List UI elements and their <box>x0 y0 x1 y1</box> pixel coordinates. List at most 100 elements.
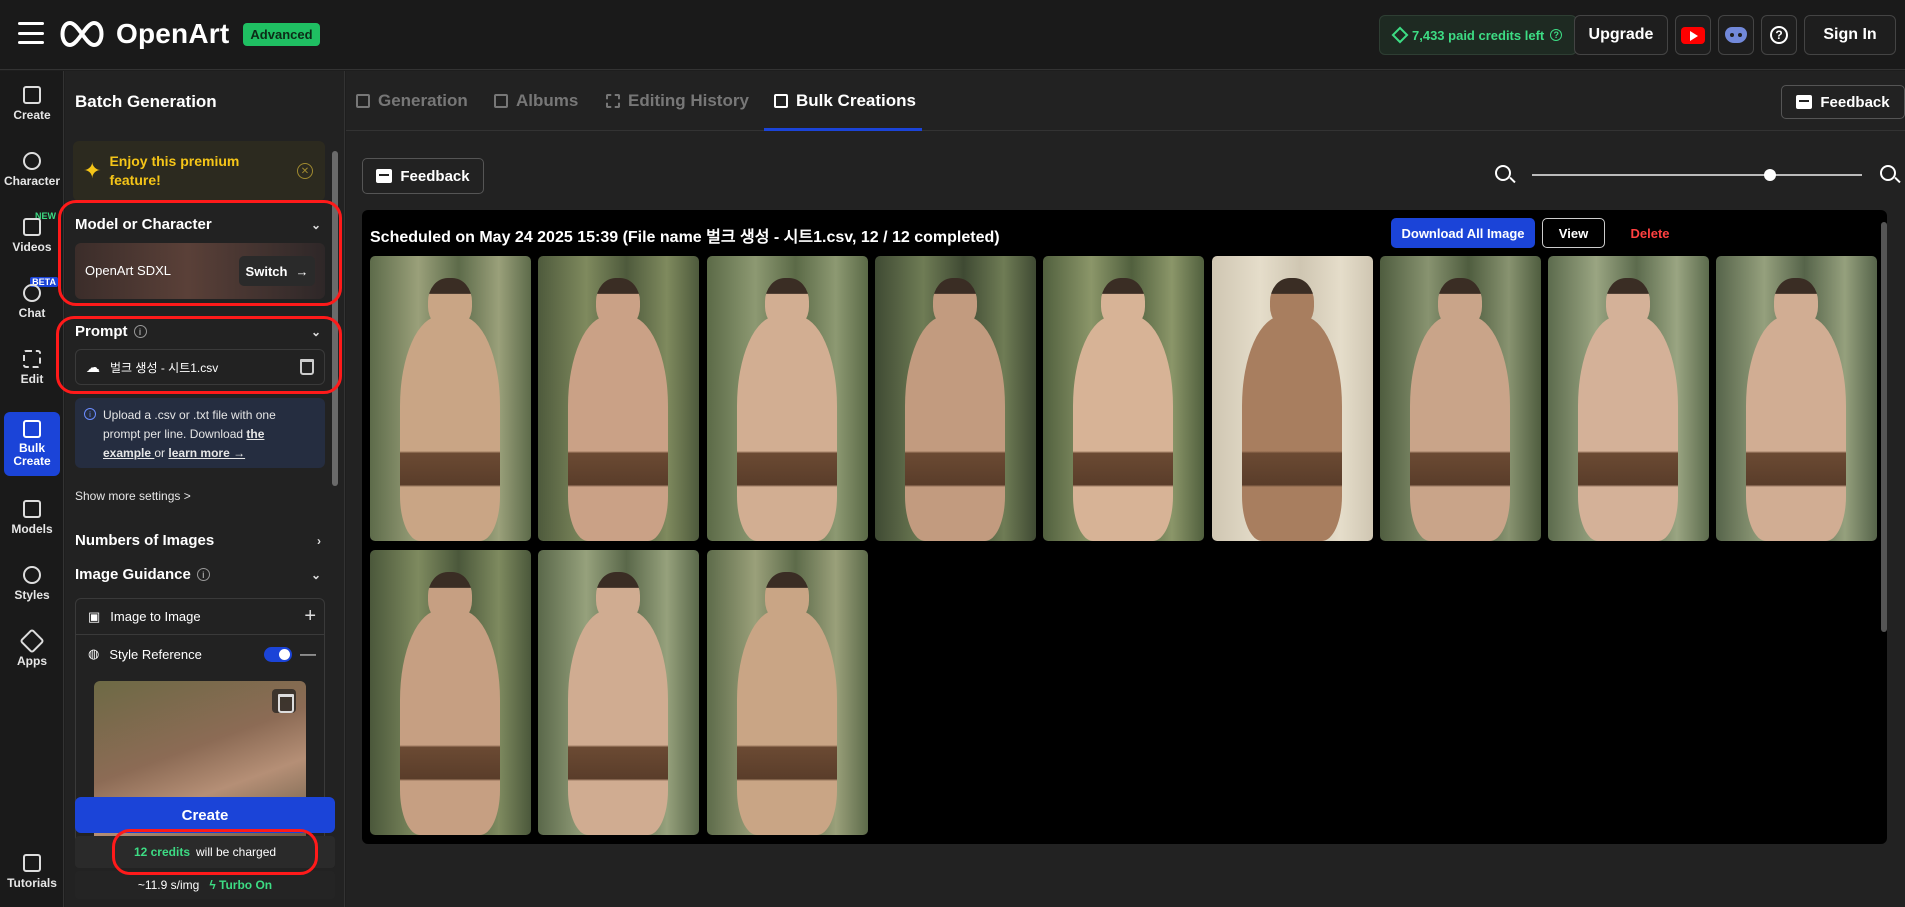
numbers-section-header[interactable]: Numbers of Images › <box>75 532 325 549</box>
download-all-button[interactable]: Download All Image <box>1391 218 1535 248</box>
switch-model-button[interactable]: Switch → <box>239 256 315 286</box>
nav-tutorials[interactable]: Tutorials <box>0 843 64 901</box>
gallery-scrollbar[interactable] <box>1881 222 1887 632</box>
guidance-section-header[interactable]: Image Guidance i ⌄ <box>75 566 325 583</box>
batch-generation-panel: Batch Generation ✦ Enjoy this premium fe… <box>65 71 345 907</box>
feedback-button[interactable]: Feedback <box>362 158 484 194</box>
generated-image[interactable] <box>1211 256 1373 541</box>
tab-albums[interactable]: Albums <box>494 91 578 111</box>
prompt-section-header[interactable]: Prompt i ⌄ <box>75 323 325 340</box>
figure-head <box>596 278 641 330</box>
panel-scrollbar[interactable] <box>332 151 338 486</box>
tutorials-icon <box>23 854 41 872</box>
nav-chat[interactable]: BETA Chat <box>0 273 64 331</box>
nav-character[interactable]: Character <box>0 141 64 199</box>
figure-head <box>428 572 472 624</box>
nav-bulk-create[interactable]: Bulk Create <box>4 412 60 476</box>
chevron-down-icon: ⌄ <box>310 324 321 339</box>
tab-generation[interactable]: Generation <box>356 91 468 111</box>
generated-image[interactable] <box>1379 256 1541 541</box>
view-button[interactable]: View <box>1542 218 1605 248</box>
figure-silhouette <box>1578 316 1679 541</box>
model-section-header[interactable]: Model or Character ⌄ <box>75 216 325 233</box>
file-name: 벌크 생성 - 시트1.csv <box>110 360 219 375</box>
generated-image[interactable] <box>1716 256 1878 541</box>
folder-icon <box>494 94 508 108</box>
figure-silhouette <box>400 610 500 835</box>
generated-image[interactable] <box>370 550 531 835</box>
menu-icon[interactable] <box>18 22 44 44</box>
credits-indicator[interactable]: 7,433 paid credits left ? <box>1379 15 1578 55</box>
image-icon: ▣ <box>88 608 101 624</box>
generated-image[interactable] <box>1548 256 1710 541</box>
zoom-slider-handle[interactable] <box>1763 169 1776 181</box>
nav-create[interactable]: Create <box>0 75 64 133</box>
figure-head <box>1774 278 1819 330</box>
learn-more-link[interactable]: learn more → <box>168 446 245 460</box>
help-button[interactable]: ? <box>1761 15 1797 55</box>
trash-icon[interactable] <box>300 359 314 375</box>
figure-silhouette <box>736 316 837 541</box>
generated-image[interactable] <box>538 256 700 541</box>
active-tab-indicator <box>764 128 922 131</box>
premium-text: Enjoy this premium feature! <box>109 153 240 188</box>
generated-image[interactable] <box>1043 256 1205 541</box>
tab-editing-history[interactable]: Editing History <box>606 91 749 111</box>
nav-edit[interactable]: Edit <box>0 339 64 397</box>
feedback-button-top[interactable]: Feedback <box>1781 85 1905 119</box>
style-reference-row[interactable]: ◍ Style Reference — <box>76 636 324 672</box>
nav-videos[interactable]: NEW Videos <box>0 207 64 265</box>
model-name: OpenArt SDXL <box>85 263 171 278</box>
youtube-icon <box>1681 26 1705 44</box>
delete-button[interactable]: Delete <box>1620 218 1680 248</box>
nav-styles[interactable]: Styles <box>0 555 64 613</box>
figure-silhouette <box>1073 316 1174 541</box>
style-reference-toggle[interactable] <box>264 647 292 662</box>
show-more-settings[interactable]: Show more settings > <box>75 489 191 503</box>
image-to-image-row[interactable]: ▣ Image to Image + <box>76 599 324 635</box>
left-nav: Create Character NEW Videos BETA Chat Ed… <box>0 71 64 907</box>
youtube-button[interactable] <box>1675 15 1711 55</box>
nav-models[interactable]: Models <box>0 489 64 547</box>
info-icon[interactable]: i <box>133 325 147 338</box>
discord-button[interactable] <box>1718 15 1754 55</box>
chevron-down-icon: ⌄ <box>310 567 321 582</box>
upgrade-button[interactable]: Upgrade <box>1574 15 1668 55</box>
prompt-file[interactable]: ☁ 벌크 생성 - 시트1.csv <box>75 349 325 385</box>
zoom-in-icon[interactable] <box>1880 165 1896 181</box>
create-button[interactable]: Create <box>75 797 335 833</box>
editing-history-icon <box>606 94 620 108</box>
generated-image[interactable] <box>538 550 700 835</box>
figure-head <box>596 572 641 624</box>
models-icon <box>23 500 41 518</box>
generated-image[interactable] <box>706 256 868 541</box>
sign-in-button[interactable]: Sign In <box>1804 15 1896 55</box>
info-icon[interactable]: i <box>196 568 210 581</box>
help-icon[interactable]: ? <box>1550 29 1563 41</box>
bulk-creation-gallery: Scheduled on May 24 2025 15:39 (File nam… <box>362 210 1887 844</box>
tab-bulk-creations[interactable]: Bulk Creations <box>774 91 916 111</box>
figure-silhouette <box>1746 316 1847 541</box>
cloud-icon: ☁ <box>86 358 100 375</box>
trash-icon[interactable] <box>272 689 296 713</box>
plus-icon[interactable]: + <box>304 605 316 628</box>
zoom-slider[interactable] <box>1532 169 1862 181</box>
generated-image[interactable] <box>874 256 1036 541</box>
nav-apps[interactable]: Apps <box>0 621 64 679</box>
close-icon[interactable]: ✕ <box>297 163 313 179</box>
generated-image[interactable] <box>706 550 868 835</box>
zoom-out-icon[interactable] <box>1495 165 1511 181</box>
figure-silhouette <box>568 610 669 835</box>
generated-image[interactable] <box>370 256 531 541</box>
message-icon <box>1796 95 1813 109</box>
turbo-status[interactable]: ϟ Turbo On <box>209 878 272 892</box>
minus-icon[interactable]: — <box>300 646 316 664</box>
figure-head <box>764 572 809 624</box>
openart-logo[interactable]: OpenArt Advanced <box>56 18 320 50</box>
styles-icon <box>23 566 41 584</box>
chevron-right-icon: › <box>317 533 321 548</box>
model-card[interactable]: OpenArt SDXL Switch → <box>75 243 325 299</box>
figure-head <box>1437 278 1482 330</box>
question-icon: ? <box>1770 26 1788 44</box>
bolt-icon: ϟ <box>209 878 216 892</box>
